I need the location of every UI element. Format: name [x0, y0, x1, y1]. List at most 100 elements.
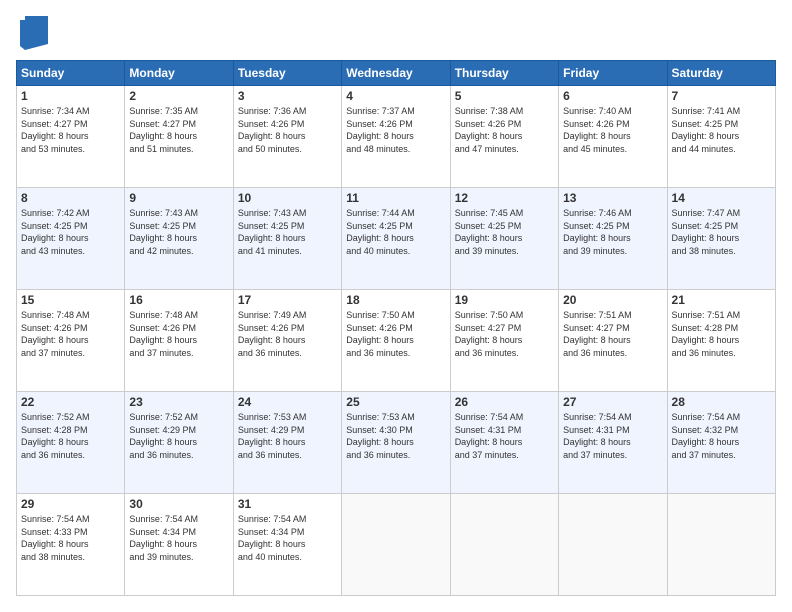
day-number: 6 — [563, 89, 662, 103]
day-number: 28 — [672, 395, 771, 409]
day-header: Wednesday — [342, 61, 450, 86]
calendar-cell: 7 Sunrise: 7:41 AM Sunset: 4:25 PM Dayli… — [667, 86, 775, 188]
page: SundayMondayTuesdayWednesdayThursdayFrid… — [0, 0, 792, 612]
calendar-cell: 14 Sunrise: 7:47 AM Sunset: 4:25 PM Dayl… — [667, 188, 775, 290]
calendar-cell: 29 Sunrise: 7:54 AM Sunset: 4:33 PM Dayl… — [17, 494, 125, 596]
day-header: Tuesday — [233, 61, 341, 86]
calendar-cell: 20 Sunrise: 7:51 AM Sunset: 4:27 PM Dayl… — [559, 290, 667, 392]
day-info: Sunrise: 7:53 AM Sunset: 4:30 PM Dayligh… — [346, 411, 445, 461]
calendar-cell — [667, 494, 775, 596]
calendar-cell: 10 Sunrise: 7:43 AM Sunset: 4:25 PM Dayl… — [233, 188, 341, 290]
logo — [16, 16, 48, 50]
day-number: 21 — [672, 293, 771, 307]
calendar-cell — [559, 494, 667, 596]
calendar-cell: 25 Sunrise: 7:53 AM Sunset: 4:30 PM Dayl… — [342, 392, 450, 494]
calendar-cell: 2 Sunrise: 7:35 AM Sunset: 4:27 PM Dayli… — [125, 86, 233, 188]
day-info: Sunrise: 7:48 AM Sunset: 4:26 PM Dayligh… — [129, 309, 228, 359]
day-info: Sunrise: 7:38 AM Sunset: 4:26 PM Dayligh… — [455, 105, 554, 155]
calendar-cell: 30 Sunrise: 7:54 AM Sunset: 4:34 PM Dayl… — [125, 494, 233, 596]
day-info: Sunrise: 7:34 AM Sunset: 4:27 PM Dayligh… — [21, 105, 120, 155]
day-info: Sunrise: 7:51 AM Sunset: 4:28 PM Dayligh… — [672, 309, 771, 359]
day-info: Sunrise: 7:46 AM Sunset: 4:25 PM Dayligh… — [563, 207, 662, 257]
calendar-week: 8 Sunrise: 7:42 AM Sunset: 4:25 PM Dayli… — [17, 188, 776, 290]
day-number: 23 — [129, 395, 228, 409]
calendar-cell — [450, 494, 558, 596]
day-number: 2 — [129, 89, 228, 103]
day-header: Sunday — [17, 61, 125, 86]
day-number: 18 — [346, 293, 445, 307]
day-number: 16 — [129, 293, 228, 307]
calendar-cell: 3 Sunrise: 7:36 AM Sunset: 4:26 PM Dayli… — [233, 86, 341, 188]
day-info: Sunrise: 7:54 AM Sunset: 4:34 PM Dayligh… — [129, 513, 228, 563]
calendar-cell: 27 Sunrise: 7:54 AM Sunset: 4:31 PM Dayl… — [559, 392, 667, 494]
day-number: 13 — [563, 191, 662, 205]
calendar-week: 29 Sunrise: 7:54 AM Sunset: 4:33 PM Dayl… — [17, 494, 776, 596]
day-info: Sunrise: 7:54 AM Sunset: 4:34 PM Dayligh… — [238, 513, 337, 563]
day-number: 12 — [455, 191, 554, 205]
day-number: 29 — [21, 497, 120, 511]
day-info: Sunrise: 7:37 AM Sunset: 4:26 PM Dayligh… — [346, 105, 445, 155]
day-header: Saturday — [667, 61, 775, 86]
day-number: 31 — [238, 497, 337, 511]
day-header: Monday — [125, 61, 233, 86]
day-header: Friday — [559, 61, 667, 86]
day-number: 10 — [238, 191, 337, 205]
day-info: Sunrise: 7:52 AM Sunset: 4:29 PM Dayligh… — [129, 411, 228, 461]
calendar-cell: 6 Sunrise: 7:40 AM Sunset: 4:26 PM Dayli… — [559, 86, 667, 188]
logo-icon — [20, 16, 48, 50]
calendar-cell: 23 Sunrise: 7:52 AM Sunset: 4:29 PM Dayl… — [125, 392, 233, 494]
calendar-cell: 28 Sunrise: 7:54 AM Sunset: 4:32 PM Dayl… — [667, 392, 775, 494]
day-info: Sunrise: 7:54 AM Sunset: 4:31 PM Dayligh… — [455, 411, 554, 461]
day-info: Sunrise: 7:54 AM Sunset: 4:32 PM Dayligh… — [672, 411, 771, 461]
day-info: Sunrise: 7:43 AM Sunset: 4:25 PM Dayligh… — [238, 207, 337, 257]
day-number: 3 — [238, 89, 337, 103]
day-number: 19 — [455, 293, 554, 307]
day-info: Sunrise: 7:49 AM Sunset: 4:26 PM Dayligh… — [238, 309, 337, 359]
calendar-cell: 11 Sunrise: 7:44 AM Sunset: 4:25 PM Dayl… — [342, 188, 450, 290]
calendar-cell: 17 Sunrise: 7:49 AM Sunset: 4:26 PM Dayl… — [233, 290, 341, 392]
day-number: 11 — [346, 191, 445, 205]
calendar-week: 15 Sunrise: 7:48 AM Sunset: 4:26 PM Dayl… — [17, 290, 776, 392]
calendar-cell: 8 Sunrise: 7:42 AM Sunset: 4:25 PM Dayli… — [17, 188, 125, 290]
calendar-cell — [342, 494, 450, 596]
day-number: 22 — [21, 395, 120, 409]
calendar-cell: 12 Sunrise: 7:45 AM Sunset: 4:25 PM Dayl… — [450, 188, 558, 290]
day-number: 26 — [455, 395, 554, 409]
calendar-cell: 18 Sunrise: 7:50 AM Sunset: 4:26 PM Dayl… — [342, 290, 450, 392]
day-number: 15 — [21, 293, 120, 307]
calendar-cell: 24 Sunrise: 7:53 AM Sunset: 4:29 PM Dayl… — [233, 392, 341, 494]
day-info: Sunrise: 7:41 AM Sunset: 4:25 PM Dayligh… — [672, 105, 771, 155]
day-number: 17 — [238, 293, 337, 307]
day-number: 20 — [563, 293, 662, 307]
day-info: Sunrise: 7:52 AM Sunset: 4:28 PM Dayligh… — [21, 411, 120, 461]
calendar-cell: 4 Sunrise: 7:37 AM Sunset: 4:26 PM Dayli… — [342, 86, 450, 188]
day-number: 24 — [238, 395, 337, 409]
calendar-cell: 15 Sunrise: 7:48 AM Sunset: 4:26 PM Dayl… — [17, 290, 125, 392]
day-info: Sunrise: 7:44 AM Sunset: 4:25 PM Dayligh… — [346, 207, 445, 257]
header — [16, 16, 776, 50]
calendar-cell: 22 Sunrise: 7:52 AM Sunset: 4:28 PM Dayl… — [17, 392, 125, 494]
day-info: Sunrise: 7:54 AM Sunset: 4:33 PM Dayligh… — [21, 513, 120, 563]
day-info: Sunrise: 7:54 AM Sunset: 4:31 PM Dayligh… — [563, 411, 662, 461]
day-number: 1 — [21, 89, 120, 103]
day-info: Sunrise: 7:50 AM Sunset: 4:27 PM Dayligh… — [455, 309, 554, 359]
day-info: Sunrise: 7:42 AM Sunset: 4:25 PM Dayligh… — [21, 207, 120, 257]
day-number: 9 — [129, 191, 228, 205]
calendar-cell: 5 Sunrise: 7:38 AM Sunset: 4:26 PM Dayli… — [450, 86, 558, 188]
day-info: Sunrise: 7:35 AM Sunset: 4:27 PM Dayligh… — [129, 105, 228, 155]
calendar-cell: 21 Sunrise: 7:51 AM Sunset: 4:28 PM Dayl… — [667, 290, 775, 392]
calendar-cell: 13 Sunrise: 7:46 AM Sunset: 4:25 PM Dayl… — [559, 188, 667, 290]
day-info: Sunrise: 7:40 AM Sunset: 4:26 PM Dayligh… — [563, 105, 662, 155]
day-number: 14 — [672, 191, 771, 205]
calendar-week: 22 Sunrise: 7:52 AM Sunset: 4:28 PM Dayl… — [17, 392, 776, 494]
header-row: SundayMondayTuesdayWednesdayThursdayFrid… — [17, 61, 776, 86]
day-header: Thursday — [450, 61, 558, 86]
day-info: Sunrise: 7:51 AM Sunset: 4:27 PM Dayligh… — [563, 309, 662, 359]
day-number: 5 — [455, 89, 554, 103]
calendar-cell: 19 Sunrise: 7:50 AM Sunset: 4:27 PM Dayl… — [450, 290, 558, 392]
calendar-cell: 31 Sunrise: 7:54 AM Sunset: 4:34 PM Dayl… — [233, 494, 341, 596]
calendar-cell: 26 Sunrise: 7:54 AM Sunset: 4:31 PM Dayl… — [450, 392, 558, 494]
day-info: Sunrise: 7:45 AM Sunset: 4:25 PM Dayligh… — [455, 207, 554, 257]
day-number: 7 — [672, 89, 771, 103]
calendar: SundayMondayTuesdayWednesdayThursdayFrid… — [16, 60, 776, 596]
